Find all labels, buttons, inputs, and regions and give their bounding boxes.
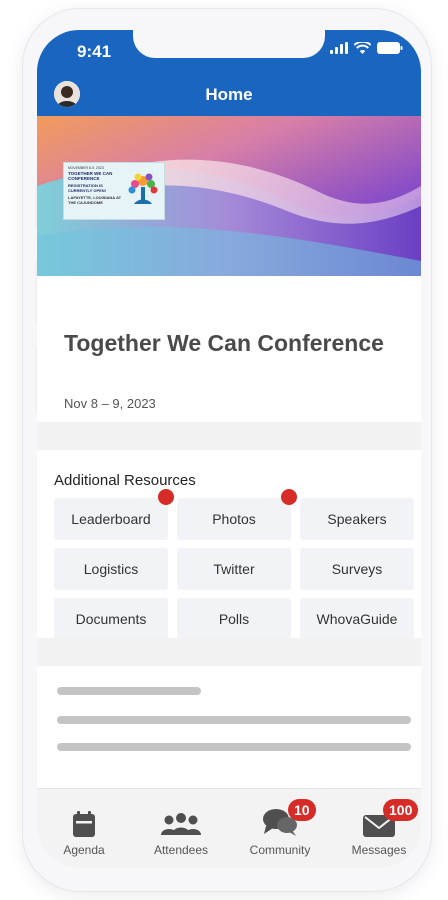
- resource-label: Logistics: [83, 561, 139, 577]
- nav-label: Community: [249, 843, 311, 857]
- status-time: 9:41: [77, 42, 112, 61]
- calendar-icon: [73, 807, 95, 837]
- resource-surveys[interactable]: Surveys: [300, 548, 414, 590]
- resource-logistics[interactable]: Logistics: [54, 548, 168, 590]
- nav-messages[interactable]: 100 Messages: [334, 789, 421, 868]
- chat-bubbles-icon: 10: [262, 799, 316, 837]
- nav-label: Messages: [351, 843, 407, 857]
- nav-attendees[interactable]: Attendees: [136, 789, 226, 868]
- battery-icon: [377, 42, 403, 54]
- nav-label: Attendees: [153, 843, 209, 857]
- nav-agenda[interactable]: Agenda: [39, 789, 129, 868]
- skeleton-line: [57, 687, 201, 695]
- resource-label: Twitter: [213, 561, 255, 577]
- nav-community[interactable]: 10 Community: [235, 789, 325, 868]
- resource-leaderboard[interactable]: Leaderboard: [54, 489, 174, 540]
- resource-whovaguide[interactable]: WhovaGuide: [300, 598, 414, 640]
- resource-twitter[interactable]: Twitter: [177, 548, 291, 590]
- resource-documents[interactable]: Documents: [54, 598, 168, 640]
- wifi-icon: [354, 42, 371, 54]
- skeleton-line: [57, 716, 411, 724]
- resource-polls[interactable]: Polls: [177, 598, 291, 640]
- resource-label: Documents: [75, 611, 147, 627]
- app-header: 9:41 Home: [37, 30, 421, 116]
- resources-grid: Leaderboard Photos Speakers Logistics Tw…: [54, 489, 414, 640]
- resource-label: WhovaGuide: [316, 611, 398, 627]
- bottom-nav: Agenda Attendees 10 Community 100 Messag…: [37, 788, 421, 868]
- resources-title: Additional Resources: [54, 472, 196, 489]
- resource-label: Surveys: [331, 561, 383, 577]
- people-icon: [161, 807, 201, 837]
- flyer-footer: LAFAYETTE, LOUISIANA AT THE CAJUNDOME: [68, 195, 122, 205]
- app-screen: 9:41 Home NOVEMBER 8-9, 2023 TOGETHER WE…: [37, 30, 421, 868]
- community-badge: 10: [288, 799, 316, 821]
- status-icons: [330, 42, 403, 54]
- resource-label: Polls: [218, 611, 250, 627]
- flyer-subtitle: REGISTRATION IS CURRENTLY OPEN!: [68, 183, 107, 193]
- flyer-title: TOGETHER WE CAN CONFERENCE: [68, 171, 113, 181]
- device-notch: [133, 30, 325, 58]
- event-title: Together We Can Conference: [64, 330, 384, 356]
- event-flyer: NOVEMBER 8-9, 2023 TOGETHER WE CAN CONFE…: [63, 162, 165, 220]
- event-date: Nov 8 – 9, 2023: [64, 396, 156, 411]
- section-divider: [37, 422, 421, 450]
- skeleton-line: [57, 743, 411, 751]
- resource-label: Leaderboard: [71, 511, 151, 527]
- envelope-icon: 100: [363, 799, 419, 837]
- section-divider: [37, 638, 421, 666]
- nav-label: Agenda: [63, 843, 105, 857]
- notification-dot: [158, 489, 174, 505]
- notification-dot: [281, 489, 297, 505]
- tree-logo-icon: [128, 173, 158, 204]
- signal-icon: [330, 42, 348, 54]
- resource-label: Photos: [212, 511, 256, 527]
- page-title: Home: [205, 85, 253, 104]
- resource-photos[interactable]: Photos: [177, 489, 297, 540]
- messages-badge: 100: [383, 799, 419, 821]
- resource-speakers[interactable]: Speakers: [300, 498, 414, 540]
- resource-label: Speakers: [327, 511, 387, 527]
